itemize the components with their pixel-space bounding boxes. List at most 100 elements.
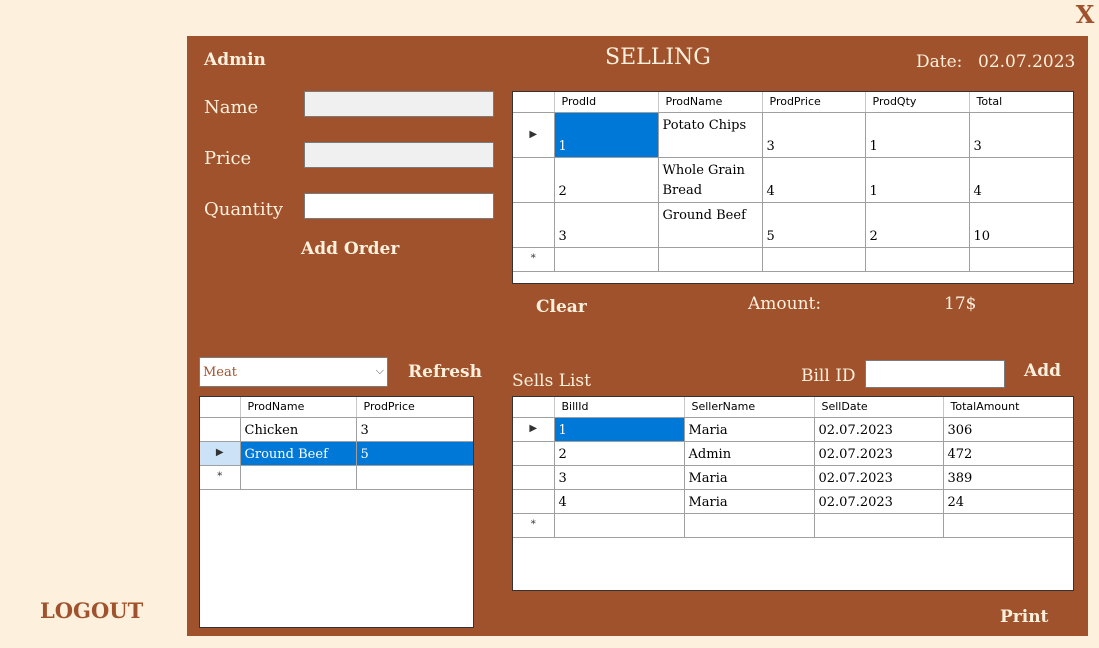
table-cell[interactable]	[658, 247, 763, 272]
clear-button[interactable]: Clear	[536, 297, 587, 317]
table-cell[interactable]: 5	[762, 202, 866, 248]
table-cell[interactable]	[969, 247, 1073, 272]
chevron-down-icon[interactable]: ⌵	[376, 364, 384, 378]
print-button[interactable]: Print	[1000, 607, 1048, 627]
new-row-icon[interactable]: *	[200, 465, 241, 490]
table-cell[interactable]: 3	[969, 112, 1073, 158]
order-col-header[interactable]: ProdName	[658, 92, 763, 113]
row-header[interactable]	[513, 157, 555, 203]
table-cell[interactable]: 3	[762, 112, 866, 158]
add-button[interactable]: Add	[1024, 361, 1061, 381]
table-cell[interactable]: 3	[356, 417, 473, 442]
close-button[interactable]: X	[1074, 0, 1096, 30]
row-header[interactable]	[513, 489, 555, 514]
table-cell[interactable]: 306	[943, 417, 1073, 442]
table-cell[interactable]: 02.07.2023	[814, 417, 944, 442]
table-cell[interactable]: 4	[969, 157, 1073, 203]
row-header[interactable]	[513, 465, 555, 490]
table-cell[interactable]: 2	[865, 202, 970, 248]
table-cell[interactable]	[554, 247, 659, 272]
order-grid[interactable]: ProdId ProdName ProdPrice ProdQty Total …	[512, 91, 1074, 284]
table-cell[interactable]: 1	[554, 112, 659, 158]
name-field[interactable]	[304, 91, 494, 117]
table-cell[interactable]	[865, 247, 970, 272]
row-header[interactable]	[513, 202, 555, 248]
table-row[interactable]: 3 Ground Beef 5 2 10	[513, 202, 1073, 248]
table-row[interactable]: 2 Whole Grain Bread 4 1 4	[513, 157, 1073, 203]
current-row-icon[interactable]: ▶	[513, 112, 555, 158]
table-row[interactable]: ▶ Ground Beef 5	[200, 441, 473, 466]
current-row-icon[interactable]: ▶	[200, 441, 241, 466]
category-select[interactable]: Meat ⌵	[199, 357, 388, 387]
table-cell[interactable]: 02.07.2023	[814, 465, 944, 490]
table-cell[interactable]: 5	[356, 441, 473, 466]
table-cell[interactable]	[554, 513, 685, 538]
table-cell[interactable]: 1	[865, 157, 970, 203]
products-grid-corner	[200, 397, 241, 418]
table-cell[interactable]	[943, 513, 1073, 538]
table-cell[interactable]: Admin	[684, 441, 815, 466]
sells-col-header[interactable]: TotalAmount	[943, 397, 1073, 418]
products-col-header[interactable]: ProdName	[240, 397, 357, 418]
table-cell[interactable]: Chicken	[240, 417, 357, 442]
table-cell[interactable]: 4	[762, 157, 866, 203]
products-grid[interactable]: ProdName ProdPrice Chicken 3 ▶ Ground Be…	[199, 396, 474, 628]
row-header[interactable]	[513, 441, 555, 466]
table-cell[interactable]: 2	[554, 157, 659, 203]
sells-col-header[interactable]: SellerName	[684, 397, 815, 418]
table-row[interactable]: ▶ 1 Maria 02.07.2023 306	[513, 417, 1073, 442]
sells-col-header[interactable]: SellDate	[814, 397, 944, 418]
order-col-header[interactable]: ProdId	[554, 92, 659, 113]
table-cell[interactable]: Ground Beef	[240, 441, 357, 466]
table-cell[interactable]	[240, 465, 357, 490]
table-cell[interactable]: 1	[865, 112, 970, 158]
order-col-header[interactable]: ProdQty	[865, 92, 970, 113]
table-row[interactable]: Chicken 3	[200, 417, 473, 442]
order-col-header[interactable]: ProdPrice	[762, 92, 866, 113]
order-col-header[interactable]: Total	[969, 92, 1073, 113]
new-row[interactable]: *	[513, 247, 1073, 272]
table-cell[interactable]	[814, 513, 944, 538]
add-order-button[interactable]: Add Order	[301, 239, 399, 259]
new-row[interactable]: *	[513, 513, 1073, 538]
table-cell[interactable]	[684, 513, 815, 538]
table-cell[interactable]	[762, 247, 866, 272]
table-cell[interactable]: 24	[943, 489, 1073, 514]
bill-id-field[interactable]	[865, 360, 1005, 388]
quantity-field[interactable]	[304, 193, 494, 219]
refresh-button[interactable]: Refresh	[408, 362, 482, 382]
price-label: Price	[204, 148, 252, 169]
table-cell[interactable]: 02.07.2023	[814, 441, 944, 466]
table-cell[interactable]: Whole Grain Bread	[658, 157, 763, 203]
sells-grid[interactable]: BillId SellerName SellDate TotalAmount ▶…	[512, 396, 1074, 591]
table-cell[interactable]: Maria	[684, 489, 815, 514]
table-cell[interactable]: 2	[554, 441, 685, 466]
table-row[interactable]: ▶ 1 Potato Chips 3 1 3	[513, 112, 1073, 158]
table-cell[interactable]: 389	[943, 465, 1073, 490]
table-cell[interactable]: Maria	[684, 417, 815, 442]
table-cell[interactable]: Ground Beef	[658, 202, 763, 248]
table-cell[interactable]: 3	[554, 465, 685, 490]
new-row-icon[interactable]: *	[513, 247, 555, 272]
products-col-header[interactable]: ProdPrice	[356, 397, 473, 418]
table-row[interactable]: 4 Maria 02.07.2023 24	[513, 489, 1073, 514]
table-cell[interactable]: Maria	[684, 465, 815, 490]
table-cell[interactable]: 3	[554, 202, 659, 248]
logout-button[interactable]: LOGOUT	[40, 598, 143, 623]
current-row-icon[interactable]: ▶	[513, 417, 555, 442]
new-row[interactable]: *	[200, 465, 473, 490]
table-cell[interactable]: Potato Chips	[658, 112, 763, 158]
table-row[interactable]: 3 Maria 02.07.2023 389	[513, 465, 1073, 490]
table-cell[interactable]: 4	[554, 489, 685, 514]
table-row[interactable]: 2 Admin 02.07.2023 472	[513, 441, 1073, 466]
row-header[interactable]	[200, 417, 241, 442]
new-row-icon[interactable]: *	[513, 513, 555, 538]
sells-col-header[interactable]: BillId	[554, 397, 685, 418]
table-cell[interactable]: 472	[943, 441, 1073, 466]
table-cell[interactable]: 1	[554, 417, 685, 442]
table-cell[interactable]	[356, 465, 473, 490]
table-cell[interactable]: 10	[969, 202, 1073, 248]
table-cell[interactable]: 02.07.2023	[814, 489, 944, 514]
user-label: Admin	[204, 50, 266, 70]
price-field[interactable]	[304, 142, 494, 168]
